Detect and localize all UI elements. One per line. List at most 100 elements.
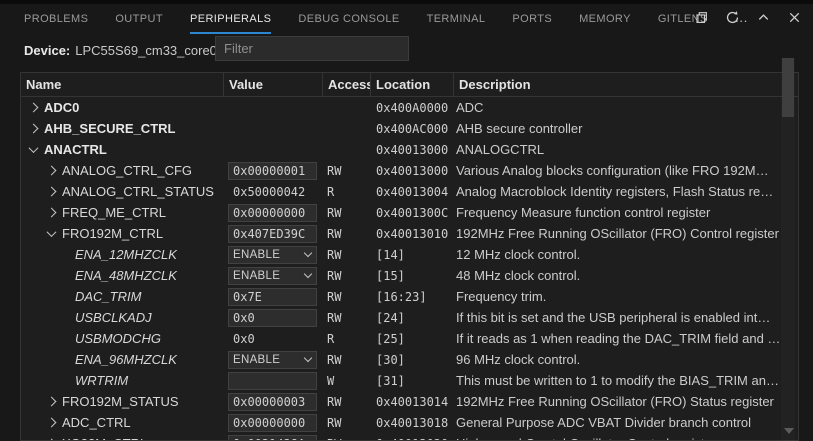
location-cell: 0x40013018 (371, 416, 454, 430)
column-header-name: Name (21, 73, 224, 96)
scroll-down-arrow-icon[interactable] (784, 428, 794, 434)
table-row-freq_me_ctrl[interactable]: FREQ_ME_CTRL RW 0x4001300C Frequency Mea… (21, 202, 798, 223)
table-row-anactrl[interactable]: ANACTRL 0x40013000 ANALOGCTRL (21, 139, 798, 160)
table-row-ena_12mhzclk[interactable]: ENA_12MHZCLK ENABLE RW [14] 12 MHz clock… (21, 244, 798, 265)
access-cell: W (323, 374, 371, 388)
register-name: USBMODCHG (75, 331, 161, 346)
expander-icon[interactable] (29, 103, 39, 113)
value-cell (224, 393, 323, 411)
close-icon[interactable] (783, 6, 805, 28)
access-cell: RW (323, 395, 371, 409)
refresh-icon[interactable] (721, 6, 743, 28)
table-row-wrtrim[interactable]: WRTRIM W [31] This must be written to 1 … (21, 370, 798, 391)
tab-peripherals[interactable]: PERIPHERALS (190, 4, 271, 34)
description-cell: 192MHz Free Running OScillator (FRO) Con… (454, 226, 798, 241)
name-cell: ENA_12MHZCLK (21, 247, 224, 262)
location-cell: 0x40013000 (371, 164, 454, 178)
access-cell: RW (323, 227, 371, 241)
name-cell: AHB_SECURE_CTRL (21, 121, 224, 136)
value-input-xo32m_ctrl[interactable] (228, 435, 317, 441)
value-input-analog_ctrl_cfg[interactable] (228, 162, 317, 180)
table-row-ena_96mhzclk[interactable]: ENA_96MHZCLK ENABLE RW [30] 96 MHz clock… (21, 349, 798, 370)
access-cell: RW (323, 269, 371, 283)
register-name: DAC_TRIM (75, 289, 141, 304)
expander-icon[interactable] (47, 418, 57, 428)
tab-debug-console[interactable]: DEBUG CONSOLE (298, 4, 399, 34)
name-cell: USBCLKADJ (21, 310, 224, 325)
description-cell: 48 MHz clock control. (454, 268, 798, 283)
register-name: FREQ_ME_CTRL (62, 205, 166, 220)
value-input-fro192m_ctrl[interactable] (228, 225, 317, 243)
table-row-usbmodchg[interactable]: USBMODCHG 0x0 R [25] If it reads as 1 wh… (21, 328, 798, 349)
name-cell: ENA_96MHZCLK (21, 352, 224, 367)
tab-problems[interactable]: PROBLEMS (24, 4, 88, 34)
tab-ports[interactable]: PORTS (512, 4, 552, 34)
table-row-analog_ctrl_status[interactable]: ANALOG_CTRL_STATUS 0x50000042 R 0x400130… (21, 181, 798, 202)
location-cell: 0x4001300C (371, 206, 454, 220)
value-cell: ENABLE (224, 267, 323, 285)
table-row-dac_trim[interactable]: DAC_TRIM RW [16:23] Frequency trim. (21, 286, 798, 307)
value-select-ena_12mhzclk[interactable]: ENABLE (228, 246, 317, 264)
value-input-adc_ctrl[interactable] (228, 414, 317, 432)
register-name: ENA_48MHZCLK (75, 268, 177, 283)
value-input-fro192m_status[interactable] (228, 393, 317, 411)
filter-input[interactable] (215, 36, 409, 61)
register-name: WRTRIM (75, 373, 128, 388)
value-input-freq_me_ctrl[interactable] (228, 204, 317, 222)
expander-icon[interactable] (47, 208, 57, 218)
tab-memory[interactable]: MEMORY (579, 4, 631, 34)
description-cell: This must be written to 1 to modify the … (454, 373, 798, 388)
table-row-ahb_secure_ctrl[interactable]: AHB_SECURE_CTRL 0x400AC000 AHB secure co… (21, 118, 798, 139)
scrollbar-thumb[interactable] (782, 58, 794, 117)
access-cell: RW (323, 206, 371, 220)
expander-icon[interactable] (47, 397, 57, 407)
table-row-usbclkadj[interactable]: USBCLKADJ RW [24] If this bit is set and… (21, 307, 798, 328)
table-row-ena_48mhzclk[interactable]: ENA_48MHZCLK ENABLE RW [15] 48 MHz clock… (21, 265, 798, 286)
panel-actions (690, 6, 805, 28)
description-cell: Analog Macroblock Identity registers, Fl… (454, 184, 798, 199)
name-cell: ANALOG_CTRL_STATUS (21, 184, 224, 199)
register-name: ANALOG_CTRL_CFG (62, 163, 192, 178)
name-cell: ANACTRL (21, 142, 224, 157)
value-cell (224, 414, 323, 432)
expander-icon[interactable] (47, 187, 57, 197)
description-cell: Frequency trim. (454, 289, 798, 304)
value-cell (224, 225, 323, 243)
expander-icon[interactable] (47, 227, 57, 237)
description-cell: 192MHz Free Running OScillator (FRO) Sta… (454, 394, 798, 409)
tab-terminal[interactable]: TERMINAL (427, 4, 486, 34)
chevron-down-icon (304, 270, 312, 278)
name-cell: USBMODCHG (21, 331, 224, 346)
value-select-ena_96mhzclk[interactable]: ENABLE (228, 351, 317, 369)
register-name: XO32M_CTRL (62, 436, 147, 441)
location-cell: [31] (371, 374, 454, 388)
expander-icon[interactable] (47, 166, 57, 176)
location-cell: [15] (371, 269, 454, 283)
value-input-wrtrim[interactable] (228, 372, 317, 390)
description-cell: If it reads as 1 when reading the DAC_TR… (454, 331, 798, 346)
table-row-fro192m_ctrl[interactable]: FRO192M_CTRL RW 0x40013010 192MHz Free R… (21, 223, 798, 244)
value-cell (224, 204, 323, 222)
value-input-dac_trim[interactable] (228, 288, 317, 306)
table-row-fro192m_status[interactable]: FRO192M_STATUS RW 0x40013014 192MHz Free… (21, 391, 798, 412)
table-row-adc_ctrl[interactable]: ADC_CTRL RW 0x40013018 General Purpose A… (21, 412, 798, 433)
name-cell: ADC0 (21, 100, 224, 115)
table-row-adc0[interactable]: ADC0 0x400A0000 ADC (21, 97, 798, 118)
restore-panel-icon[interactable] (690, 6, 712, 28)
table-row-xo32m_ctrl[interactable]: XO32M_CTRL RW 0x40013020 High speed Crys… (21, 433, 798, 441)
table-row-analog_ctrl_cfg[interactable]: ANALOG_CTRL_CFG RW 0x40013000 Various An… (21, 160, 798, 181)
access-cell: RW (323, 290, 371, 304)
value-input-usbclkadj[interactable] (228, 309, 317, 327)
name-cell: FREQ_ME_CTRL (21, 205, 224, 220)
location-cell: 0x40013020 (371, 437, 454, 441)
expander-icon[interactable] (29, 143, 39, 153)
chevron-up-icon[interactable] (752, 6, 774, 28)
value-select-ena_48mhzclk[interactable]: ENABLE (228, 267, 317, 285)
expander-icon[interactable] (29, 124, 39, 134)
location-cell: 0x40013004 (371, 185, 454, 199)
device-label: Device: (24, 43, 70, 58)
description-cell: AHB secure controller (454, 121, 798, 136)
description-cell: Frequency Measure function control regis… (454, 205, 798, 220)
tab-output[interactable]: OUTPUT (115, 4, 163, 34)
name-cell: WRTRIM (21, 373, 224, 388)
